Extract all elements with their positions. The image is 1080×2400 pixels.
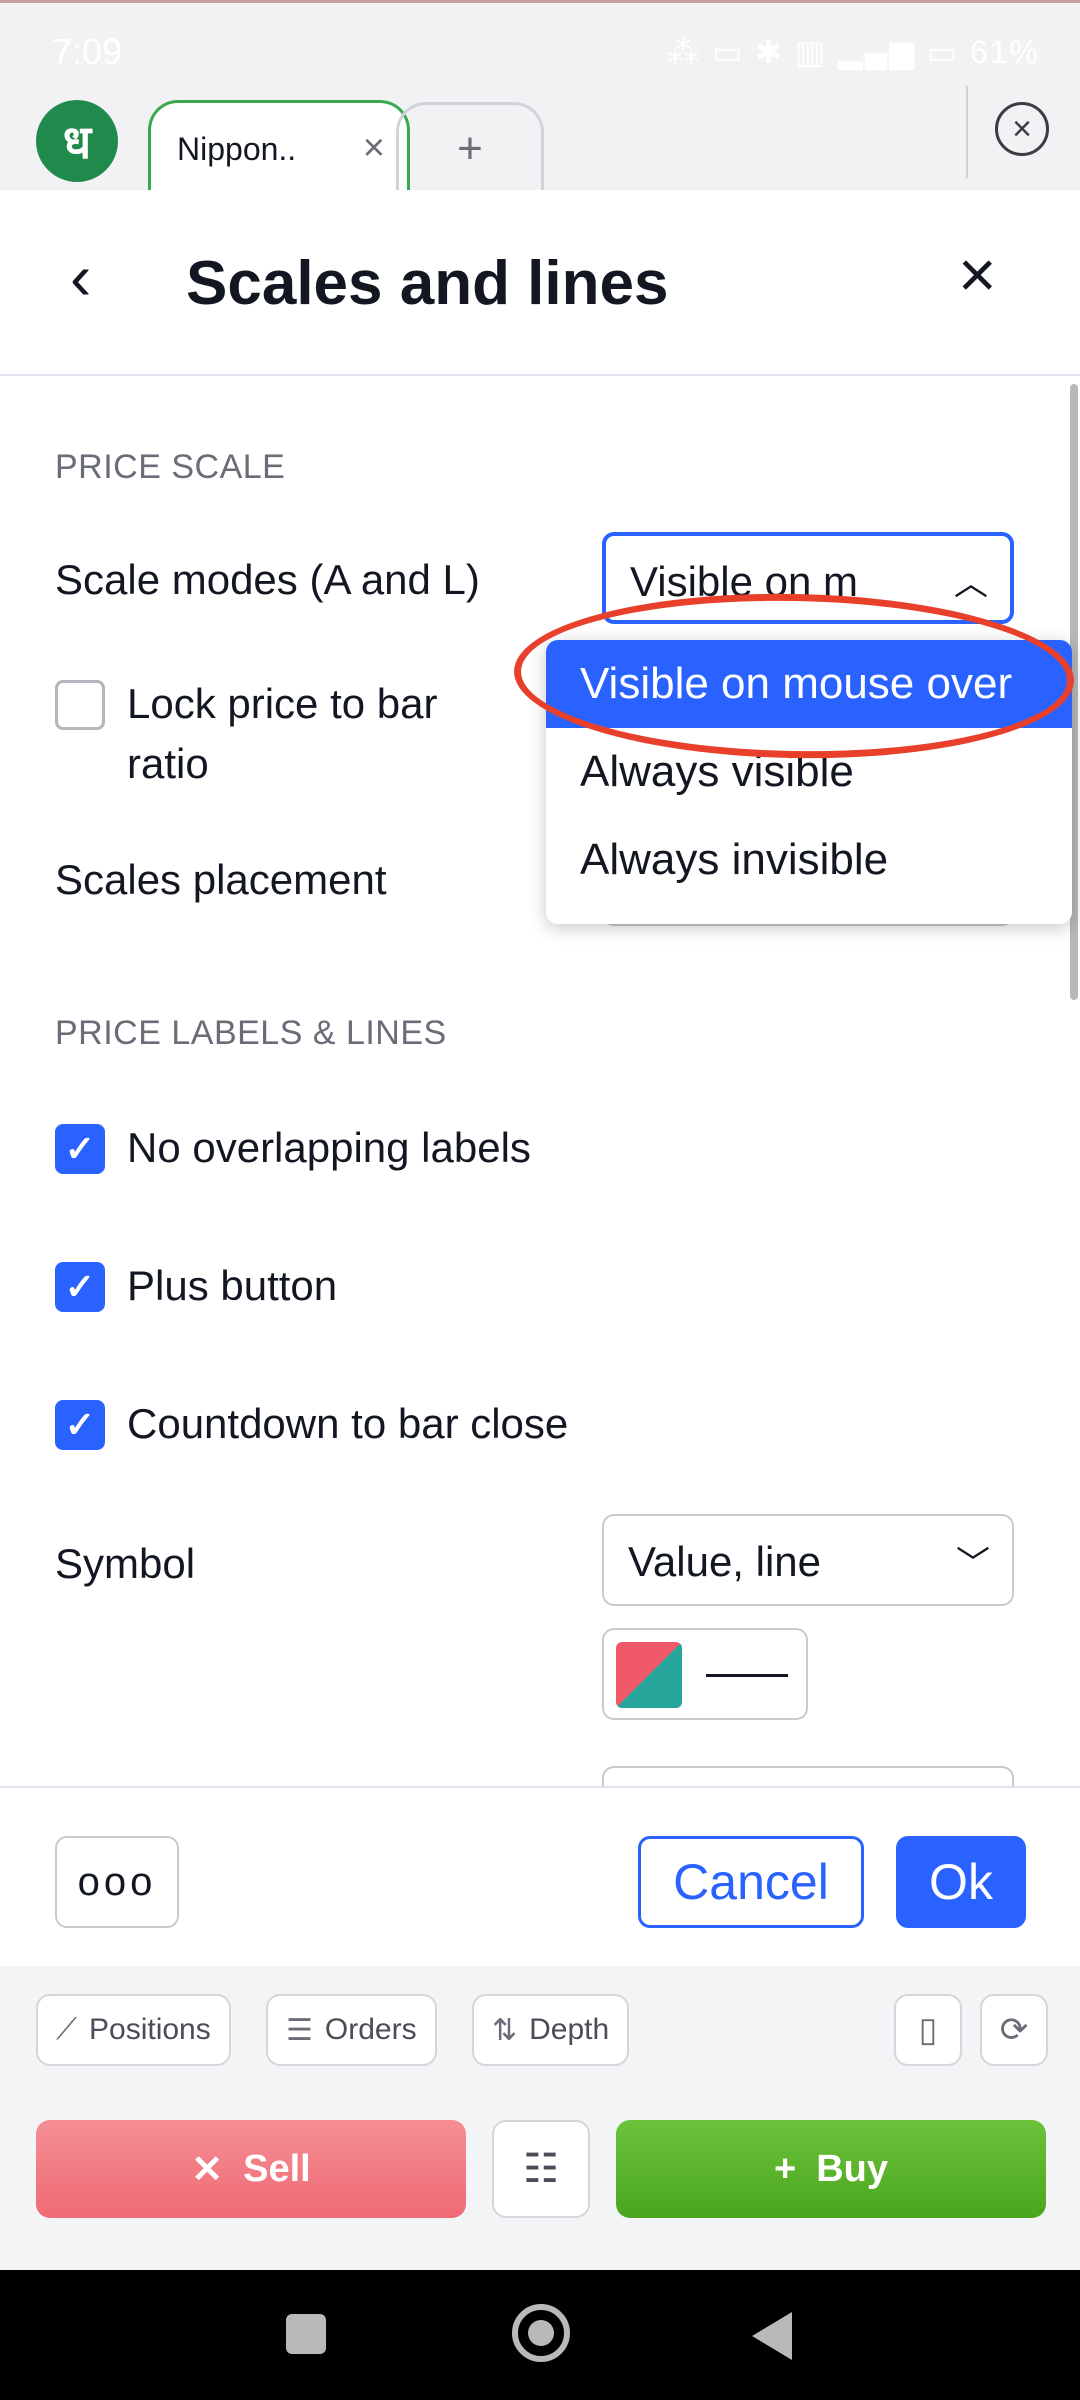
cancel-button[interactable]: Cancel — [638, 1836, 864, 1928]
scale-modes-dropdown: Visible on mouse over Always visible Alw… — [546, 640, 1072, 924]
new-tab-button[interactable]: + — [396, 102, 544, 192]
countdown-label: Countdown to bar close — [127, 1400, 569, 1447]
depth-icon: ⇅ — [492, 2013, 518, 2047]
dropdown-option-always-visible[interactable]: Always visible — [546, 728, 1072, 816]
orders-icon: ☰ — [286, 2013, 313, 2047]
tab-label: Nippon.. — [177, 131, 297, 167]
symbol-value: Value, line — [628, 1538, 822, 1585]
system-nav-bar — [0, 2270, 1080, 2400]
more-options-button[interactable]: ooo — [55, 1836, 179, 1928]
sell-x-icon: ✕ — [191, 2148, 224, 2191]
no-overlap-checkbox[interactable]: ✓ — [55, 1124, 105, 1174]
lock-price-label-line2: ratio — [127, 740, 209, 787]
scales-placement-label: Scales placement — [55, 856, 387, 903]
positions-button[interactable]: ⟋ Positions — [36, 1994, 231, 2066]
sell-button[interactable]: ✕ Sell — [36, 2120, 466, 2218]
tab-nippon[interactable]: Nippon.. × — [148, 100, 410, 192]
no-overlap-label: No overlapping labels — [127, 1124, 531, 1171]
ok-button[interactable]: Ok — [896, 1836, 1026, 1928]
back-icon[interactable] — [752, 2312, 792, 2360]
symbol-select[interactable]: Value, line ﹀ — [602, 1514, 1014, 1606]
countdown-checkbox[interactable]: ✓ — [55, 1400, 105, 1450]
browser-tab-bar: ध Nippon.. × + × — [0, 70, 1080, 192]
depth-label: Depth — [529, 2013, 610, 2046]
symbol-label: Symbol — [55, 1540, 196, 1587]
chevron-up-icon: ︿ — [954, 565, 988, 603]
dropdown-option-visible-on-mouse-over[interactable]: Visible on mouse over — [546, 640, 1072, 728]
buy-plus-icon: + — [774, 2147, 797, 2190]
plus-button-label: Plus button — [127, 1262, 338, 1309]
scale-modes-select[interactable]: Visible on m ︿ — [602, 532, 1014, 624]
buy-button[interactable]: + Buy — [616, 2120, 1046, 2218]
buy-label: Buy — [816, 2147, 888, 2190]
home-icon[interactable] — [512, 2304, 570, 2362]
back-arrow-icon[interactable]: ‹ — [70, 240, 91, 314]
lock-price-label-line1: Lock price to bar — [127, 680, 438, 727]
plus-button-checkbox[interactable]: ✓ — [55, 1262, 105, 1312]
lock-price-checkbox[interactable] — [55, 680, 105, 730]
positions-label: Positions — [89, 2013, 211, 2046]
orders-label: Orders — [324, 2013, 417, 2046]
chevron-down-icon: ﹀ — [956, 1545, 990, 1583]
symbol-color-picker[interactable] — [602, 1628, 808, 1720]
tab-divider — [966, 86, 968, 178]
order-book-icon[interactable]: ☷ — [492, 2120, 590, 2218]
close-circle-icon[interactable]: × — [995, 102, 1049, 156]
scale-modes-value: Visible on m — [630, 558, 859, 605]
tab-close-icon[interactable]: × — [363, 127, 385, 170]
depth-button[interactable]: ⇅ Depth — [472, 1994, 630, 2066]
positions-icon: ⟋ — [56, 2013, 77, 2046]
close-icon[interactable]: × — [958, 236, 997, 312]
recents-icon[interactable] — [286, 2314, 326, 2354]
home-icon-inner — [528, 2320, 554, 2346]
dialog-header: ‹ Scales and lines × — [0, 190, 1080, 376]
scale-modes-label: Scale modes (A and L) — [55, 556, 480, 603]
trade-bar: ⟋ Positions ☰ Orders ⇅ Depth ▯ ⟳ ✕ Sell … — [0, 1966, 1080, 2270]
color-swatch — [616, 1642, 682, 1708]
page-title: Scales and lines — [186, 249, 669, 318]
dropdown-option-always-invisible[interactable]: Always invisible — [546, 816, 1072, 904]
layout-icon[interactable]: ▯ — [894, 1994, 962, 2066]
section-title-price-labels: PRICE LABELS & LINES — [55, 1014, 447, 1052]
refresh-icon[interactable]: ⟳ — [980, 1994, 1048, 2066]
line-style-preview — [706, 1674, 788, 1677]
app-logo[interactable]: ध — [36, 100, 118, 182]
section-title-price-scale: PRICE SCALE — [55, 448, 286, 486]
status-icons: ⁂ ▭ ✱ ▥ ▂▄▆ ▭ 61% — [667, 34, 1040, 70]
dialog-footer: ooo Cancel Ok — [0, 1786, 1080, 1966]
orders-button[interactable]: ☰ Orders — [266, 1994, 437, 2066]
sell-label: Sell — [243, 2147, 311, 2190]
status-time: 7:09 — [52, 31, 123, 72]
